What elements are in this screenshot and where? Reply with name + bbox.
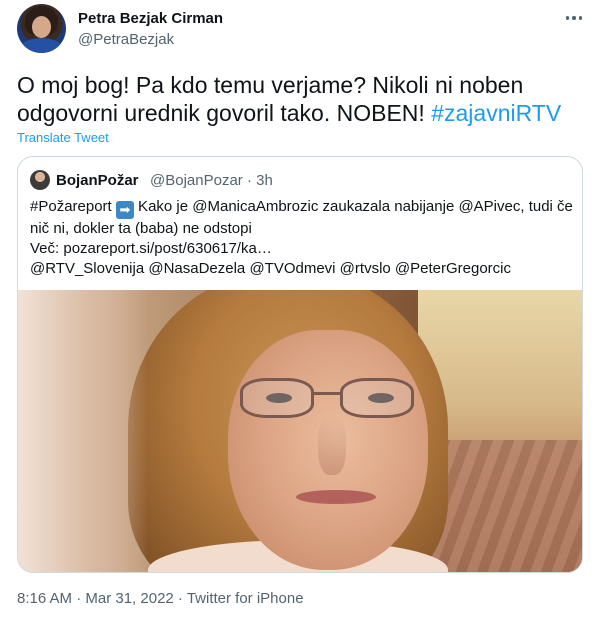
more-options-button[interactable] <box>564 12 584 24</box>
quoted-author-avatar <box>30 170 50 190</box>
more-horizontal-icon <box>565 16 570 20</box>
tweet-timestamp[interactable]: 8:16 AM · Mar 31, 2022 · <box>17 590 187 607</box>
tweet-footer: 8:16 AM · Mar 31, 2022 · Twitter for iPh… <box>17 590 304 607</box>
author-handle[interactable]: @PetraBezjak <box>78 31 174 48</box>
author-name[interactable]: Petra Bezjak Cirman <box>78 10 223 27</box>
author-avatar[interactable] <box>17 4 66 53</box>
arrow-right-icon: ➡ <box>115 201 134 219</box>
translate-tweet-link[interactable]: Translate Tweet <box>17 130 109 145</box>
quoted-time: · 3h <box>246 172 273 189</box>
quoted-tweet[interactable]: BojanPožar @BojanPozar · 3h #Požareport … <box>17 156 583 573</box>
quoted-photo[interactable] <box>18 290 582 572</box>
quoted-line-3: Več: pozareport.si/post/630617/ka… <box>30 240 272 257</box>
quoted-author-meta: @BojanPozar · 3h <box>150 172 273 189</box>
quoted-line-2: nič ni, dokler ta (baba) ne odstopi <box>30 220 252 237</box>
quoted-text: #Požareport ➡ Kako je @ManicaAmbrozic za… <box>30 197 573 279</box>
quoted-author-handle: @BojanPozar <box>150 172 243 189</box>
tweet-text: O moj bog! Pa kdo temu verjame? Nikoli n… <box>17 71 597 127</box>
quoted-hashtag: #Požareport <box>30 198 112 215</box>
quoted-author-name: BojanPožar <box>56 172 139 189</box>
hashtag-link[interactable]: #zajavniRTV <box>431 100 561 126</box>
quoted-line-4: @RTV_Slovenija @NasaDezela @TVOdmevi @rt… <box>30 260 512 277</box>
tweet-card: Petra Bezjak Cirman @PetraBezjak O moj b… <box>0 0 614 617</box>
quoted-line-1-text: Kako je @ManicaAmbrozic zaukazala nabija… <box>133 198 573 215</box>
tweet-source[interactable]: Twitter for iPhone <box>187 590 304 607</box>
quoted-line-1: #Požareport ➡ Kako je @ManicaAmbrozic za… <box>30 197 573 219</box>
